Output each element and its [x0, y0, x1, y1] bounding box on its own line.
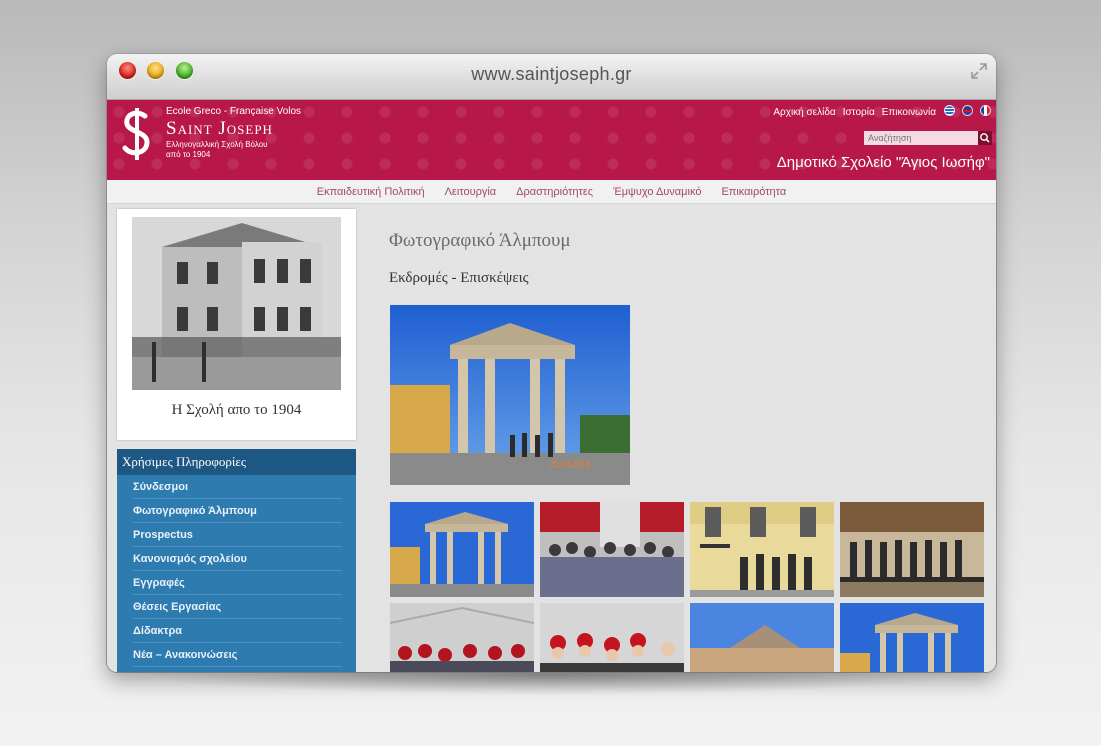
school-title: Δημοτικό Σχολείο "Άγιος Ιωσήφ"	[776, 154, 990, 171]
address-bar[interactable]: www.saintjoseph.gr	[107, 64, 996, 85]
history-photo-caption: Η Σχολή απο το 1904	[171, 402, 302, 418]
brand-tagline: Ecole Greco - Française Volos	[166, 106, 302, 117]
sidebar-item-links[interactable]: Σύνδεσμοι	[133, 475, 342, 499]
thumbnail-1[interactable]	[390, 502, 534, 597]
useful-info-title: Χρήσιμες Πληροφορίες	[117, 449, 356, 475]
top-link-history[interactable]: Ιστορία	[843, 107, 875, 118]
brand-name[interactable]: Saint Joseph	[166, 118, 273, 140]
album-subtitle: Εκδρομές - Επισκέψεις	[389, 270, 529, 286]
sidebar-item-fees[interactable]: Δίδακτρα	[133, 619, 342, 643]
top-link-home[interactable]: Αρχική σελίδα	[773, 107, 835, 118]
thumbnail-6[interactable]	[540, 603, 684, 672]
search-icon	[980, 133, 990, 143]
featured-photo[interactable]: 21.04.2016	[390, 305, 630, 485]
page-content: Η Σχολή απο το 1904 Χρήσιμες Πληροφορίες…	[107, 204, 996, 672]
top-links: Αρχική σελίδα Ιστορία Επικοινωνία	[773, 107, 936, 118]
greek-flag-icon[interactable]	[944, 105, 955, 116]
history-photo-card: Η Σχολή απο το 1904	[117, 209, 356, 440]
thumbnail-4[interactable]	[840, 502, 984, 597]
title-bar: www.saintjoseph.gr	[107, 54, 996, 100]
brand-subtitle: Ελληνογαλλική Σχολή Βόλου	[166, 140, 268, 149]
search-button[interactable]	[978, 131, 992, 145]
site-header: Ecole Greco - Française Volos Saint Jose…	[107, 100, 996, 180]
fullscreen-icon[interactable]	[970, 62, 988, 80]
thumbnail-7[interactable]	[690, 603, 834, 672]
language-switcher	[944, 105, 991, 116]
useful-info-menu: Χρήσιμες Πληροφορίες Σύνδεσμοι Φωτογραφι…	[117, 449, 356, 672]
sidebar-item-photo-album[interactable]: Φωτογραφικό Άλμπουμ	[133, 499, 342, 523]
sidebar-item-prospectus[interactable]: Prospectus	[133, 523, 342, 547]
browser-window: www.saintjoseph.gr Ecole Greco - Françai…	[107, 54, 996, 672]
thumbnail-5[interactable]	[390, 603, 534, 672]
english-flag-icon[interactable]	[962, 105, 973, 116]
thumbnail-2[interactable]	[540, 502, 684, 597]
school-old-photo	[132, 217, 341, 390]
sidebar-item-jobs[interactable]: Θέσεις Εργασίας	[133, 595, 342, 619]
main-menu: Εκπαιδευτική Πολιτική Λειτουργία Δραστηρ…	[107, 180, 996, 204]
thumbnail-8[interactable]	[840, 603, 984, 672]
menu-item-news[interactable]: Επικαιρότητα	[721, 186, 786, 198]
photo-date-stamp: 21.04.2016	[550, 460, 591, 469]
sidebar-item-regulations[interactable]: Κανονισμός σχολείου	[133, 547, 342, 571]
french-flag-icon[interactable]	[980, 105, 991, 116]
top-link-contact[interactable]: Επικοινωνία	[882, 107, 936, 118]
menu-item-staff[interactable]: Έμψυχο Δυναμικό	[613, 186, 701, 198]
page-title: Φωτογραφικό Άλμπουμ	[389, 230, 571, 251]
sidebar-item-enrollment[interactable]: Εγγραφές	[133, 571, 342, 595]
school-logo-icon[interactable]	[119, 106, 155, 162]
sidebar-item-announcements[interactable]: Νέα – Ανακοινώσεις	[133, 643, 342, 667]
search-input[interactable]	[864, 131, 978, 145]
menu-item-education-policy[interactable]: Εκπαιδευτική Πολιτική	[317, 186, 425, 198]
menu-item-operation[interactable]: Λειτουργία	[445, 186, 497, 198]
brand-since: από το 1904	[166, 150, 211, 159]
menu-item-activities[interactable]: Δραστηριότητες	[516, 186, 593, 198]
thumbnail-3[interactable]	[690, 502, 834, 597]
